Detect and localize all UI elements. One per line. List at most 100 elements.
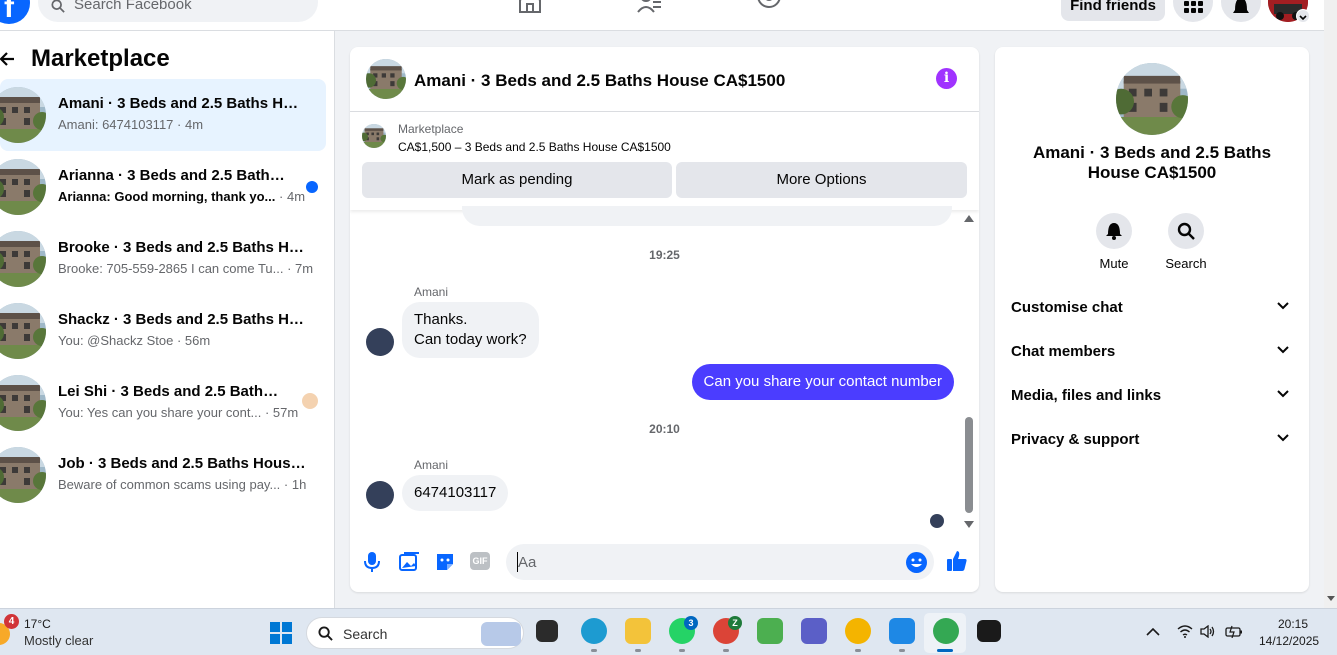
unread-dot <box>306 181 318 193</box>
sender-avatar[interactable] <box>366 481 394 509</box>
conversation-preview: Brooke: 705-559-2865 I can come Tu... · … <box>58 261 314 276</box>
conversation-name: Amani · 3 Beds and 2.5 Baths House CA$15… <box>58 95 306 112</box>
gif-icon[interactable]: GIF <box>470 552 490 570</box>
listing-thumbnail <box>0 87 46 143</box>
chrome-profile-badge: Z <box>728 616 742 630</box>
show-hidden-icons-chevron-icon[interactable] <box>1146 628 1160 636</box>
conversation-item[interactable]: Arianna · 3 Beds and 2.5 Baths House CA$… <box>0 151 326 223</box>
mute-circle[interactable] <box>1096 213 1132 249</box>
conversation-name: Brooke · 3 Beds and 2.5 Baths House CA$1… <box>58 239 306 256</box>
conversation-item[interactable]: Lei Shi · 3 Beds and 2.5 Baths House CA$… <box>0 367 326 439</box>
bell-icon <box>1233 0 1249 13</box>
clock-time[interactable]: 20:15 <box>1278 617 1308 631</box>
more-options-button[interactable]: More Options <box>676 162 967 198</box>
text-caret <box>517 552 518 572</box>
notifications-button[interactable] <box>1221 0 1261 22</box>
incoming-message[interactable]: Thanks. Can today work? <box>402 302 539 358</box>
search-in-chat-button[interactable]: Search <box>1156 213 1216 271</box>
search-label: Search <box>1165 256 1207 271</box>
chat-members-section[interactable]: Chat members <box>1011 334 1293 370</box>
page-scrollbar[interactable] <box>1324 0 1337 608</box>
windows-start-icon[interactable] <box>270 622 292 644</box>
listing-thumbnail <box>0 231 46 287</box>
running-indicator <box>591 649 597 652</box>
emoji-icon[interactable] <box>906 552 927 573</box>
conversation-item[interactable]: Job · 3 Beds and 2.5 Baths House CA$1500… <box>0 439 326 511</box>
chrome-profile-2-icon[interactable] <box>845 618 871 644</box>
microphone-icon[interactable] <box>364 552 380 572</box>
chevron-down-icon <box>1277 346 1289 354</box>
running-indicator <box>723 649 729 652</box>
message-input[interactable] <box>506 544 934 580</box>
scroll-down-arrow-icon[interactable] <box>964 521 974 529</box>
search-highlight-image[interactable] <box>481 622 521 646</box>
conversation-item[interactable]: Amani · 3 Beds and 2.5 Baths House CA$15… <box>0 79 326 151</box>
bluestacks-icon[interactable] <box>757 618 783 644</box>
mark-as-pending-button[interactable]: Mark as pending <box>362 162 672 198</box>
file-explorer-icon[interactable] <box>625 618 651 644</box>
account-chevron-icon[interactable] <box>1296 9 1310 23</box>
incoming-message[interactable]: 6474103117 <box>402 475 509 511</box>
section-title: Customise chat <box>1011 299 1123 316</box>
notepad-icon[interactable] <box>889 618 915 644</box>
customise-chat-section[interactable]: Customise chat <box>1011 290 1293 326</box>
info-icon[interactable]: i <box>936 68 957 89</box>
running-indicator <box>855 649 861 652</box>
sticker-icon[interactable] <box>435 552 455 572</box>
back-arrow-icon[interactable] <box>0 51 15 67</box>
sender-avatar[interactable] <box>366 328 394 356</box>
menu-button[interactable] <box>1173 0 1213 22</box>
listing-small-thumbnail[interactable] <box>362 124 386 148</box>
edge-icon[interactable] <box>581 618 607 644</box>
scroll-up-arrow-icon[interactable] <box>964 214 974 222</box>
weather-condition[interactable]: Mostly clear <box>24 633 93 648</box>
privacy-support-section[interactable]: Privacy & support <box>1011 422 1293 458</box>
mute-button[interactable]: Mute <box>1084 213 1144 271</box>
teams-icon[interactable] <box>801 618 827 644</box>
chat-listing-avatar[interactable] <box>366 59 406 99</box>
battery-icon[interactable] <box>1225 625 1243 638</box>
message-line: Can today work? <box>414 331 527 348</box>
chrome-active-icon[interactable] <box>933 618 959 644</box>
listing-large-avatar[interactable] <box>1116 63 1188 135</box>
search-circle[interactable] <box>1168 213 1204 249</box>
task-view-icon[interactable] <box>536 620 558 642</box>
section-title: Media, files and links <box>1011 387 1162 404</box>
chevron-down-icon <box>1277 302 1289 310</box>
find-friends-button[interactable]: Find friends <box>1061 0 1165 21</box>
sidebar-title: Marketplace <box>31 45 170 72</box>
friends-icon[interactable] <box>637 0 663 14</box>
running-indicator <box>899 649 905 652</box>
listing-source: Marketplace <box>398 122 464 136</box>
listing-description[interactable]: CA$1,500 – 3 Beds and 2.5 Baths House CA… <box>398 140 671 154</box>
thumbs-up-icon[interactable] <box>946 550 968 572</box>
facebook-logo[interactable]: f <box>0 0 30 24</box>
media-files-links-section[interactable]: Media, files and links <box>1011 378 1293 414</box>
conversation-preview: Arianna: Good morning, thank yo... · 4m <box>58 189 306 204</box>
chat-title[interactable]: Amani · 3 Beds and 2.5 Baths House CA$15… <box>414 71 785 91</box>
read-receipt-avatar <box>930 514 944 528</box>
message-thread: 19:25 Amani Thanks. Can today work? Can … <box>350 206 979 532</box>
photo-icon[interactable] <box>399 552 419 572</box>
outgoing-message[interactable]: Can you share your contact number <box>691 364 954 400</box>
home-icon[interactable] <box>518 0 542 14</box>
taskbar-search-box[interactable]: Search <box>306 617 524 649</box>
groups-icon[interactable] <box>756 0 782 14</box>
capcut-icon[interactable] <box>977 620 1001 642</box>
sender-name: Amani <box>414 458 449 472</box>
conversation-preview: You: Yes can you share your cont... · 57… <box>58 405 299 420</box>
weather-temperature[interactable]: 17°C <box>24 617 51 631</box>
search-placeholder: Search Facebook <box>74 0 192 13</box>
search-icon <box>1177 222 1195 240</box>
section-title: Privacy & support <box>1011 431 1140 448</box>
conversation-preview: Beware of common scams using pay... · 1h <box>58 477 307 492</box>
page-scroll-down-icon[interactable] <box>1327 596 1335 602</box>
listing-thumbnail <box>0 447 46 503</box>
wifi-icon[interactable] <box>1177 625 1193 638</box>
conversation-item[interactable]: Shackz · 3 Beds and 2.5 Baths House CA$1… <box>0 295 326 367</box>
clock-date[interactable]: 14/12/2025 <box>1259 634 1319 648</box>
volume-icon[interactable] <box>1200 625 1216 638</box>
seen-by-avatar <box>302 393 318 409</box>
facebook-search-input[interactable]: Search Facebook <box>38 0 318 22</box>
conversation-item[interactable]: Brooke · 3 Beds and 2.5 Baths House CA$1… <box>0 223 326 295</box>
